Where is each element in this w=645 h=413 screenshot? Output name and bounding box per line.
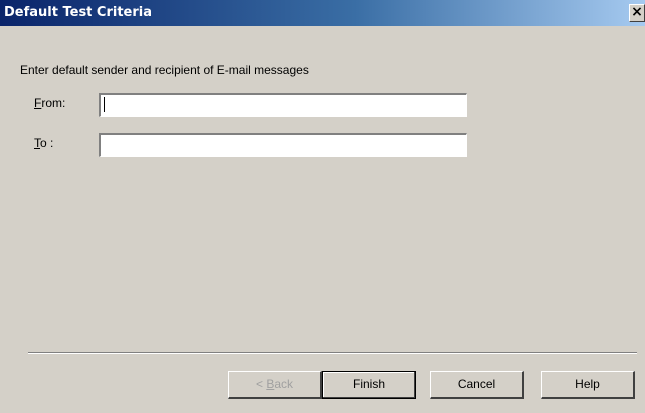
back-button[interactable]: < Back xyxy=(228,371,322,399)
close-icon: × xyxy=(631,4,643,20)
back-button-prefix: < xyxy=(255,377,267,391)
title-bar[interactable]: Default Test Criteria × xyxy=(0,0,645,26)
to-label: To : xyxy=(34,136,53,150)
default-test-criteria-dialog: Default Test Criteria × Enter default se… xyxy=(0,0,645,413)
button-separator xyxy=(28,352,637,354)
help-button[interactable]: Help xyxy=(541,371,635,399)
from-input[interactable] xyxy=(99,93,467,117)
close-button[interactable]: × xyxy=(629,4,645,22)
to-label-text: o : xyxy=(40,136,54,150)
back-button-text: ack xyxy=(274,377,294,391)
finish-button[interactable]: Finish xyxy=(322,371,416,399)
from-label-text: rom: xyxy=(41,96,66,110)
cancel-button[interactable]: Cancel xyxy=(430,371,524,399)
dialog-title: Default Test Criteria xyxy=(4,5,153,20)
to-input[interactable] xyxy=(99,133,467,157)
text-caret xyxy=(104,97,105,112)
instruction-text: Enter default sender and recipient of E-… xyxy=(20,63,309,77)
from-label: From: xyxy=(34,96,65,110)
